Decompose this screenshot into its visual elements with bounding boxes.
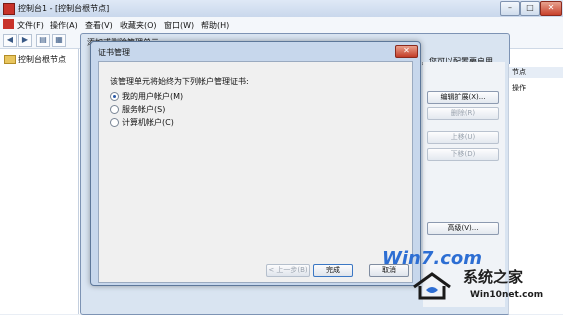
site-url-watermark: Win10net.com (470, 290, 544, 300)
console-tree-pane: 控制台根节点 (0, 49, 79, 314)
actions-item[interactable]: 操作 (512, 83, 526, 93)
menu-bar: 文件(F) 操作(A) 查看(V) 收藏夹(O) 窗口(W) 帮助(H) (0, 17, 563, 33)
cert-dialog-title: 证书管理 (98, 48, 130, 57)
edit-extensions-button[interactable]: 编辑扩展(X)... (427, 91, 499, 104)
console-tree-icon[interactable]: ▤ (36, 34, 50, 47)
menu-window[interactable]: 窗口(W) (164, 20, 194, 31)
tree-root-node[interactable]: 控制台根节点 (18, 54, 66, 65)
console-menu-icon[interactable] (3, 19, 14, 29)
cert-dialog-body: 该管理单元将始终为下列帐户管理证书: 我的用户帐户(M) 服务帐户(S) 计算机… (98, 61, 413, 264)
minimize-button[interactable]: – (500, 1, 520, 16)
radio-label[interactable]: 我的用户帐户(M) (122, 91, 183, 102)
cert-close-button[interactable]: ✕ (395, 45, 418, 58)
maximize-button[interactable]: □ (520, 1, 540, 16)
radio-label[interactable]: 服务帐户(S) (122, 104, 165, 115)
remove-button[interactable]: 删除(R) (427, 107, 499, 120)
move-down-button[interactable]: 下移(D) (427, 148, 499, 161)
menu-help[interactable]: 帮助(H) (201, 20, 229, 31)
house-logo-icon (413, 272, 451, 300)
menu-view[interactable]: 查看(V) (85, 20, 113, 31)
radio-button[interactable] (110, 105, 119, 114)
radio-button[interactable] (110, 118, 119, 127)
site-name-watermark: 系统之家 (463, 268, 524, 286)
menu-action[interactable]: 操作(A) (50, 20, 78, 31)
console-icon (3, 3, 15, 15)
certificate-dialog: 证书管理 ✕ 该管理单元将始终为下列帐户管理证书: 我的用户帐户(M) 服务帐户… (90, 41, 421, 286)
window-title: 控制台1 - [控制台根节点] (18, 4, 110, 13)
actions-header: 节点 (509, 67, 563, 78)
folder-icon (4, 55, 16, 64)
account-prompt: 该管理单元将始终为下列帐户管理证书: (110, 77, 249, 86)
back-button[interactable]: < 上一步(B) (266, 264, 310, 277)
radio-button[interactable] (110, 92, 119, 101)
cert-dialog-footer: < 上一步(B) 完成 取消 (98, 262, 413, 283)
menu-file[interactable]: 文件(F) (17, 20, 44, 31)
move-up-button[interactable]: 上移(U) (427, 131, 499, 144)
advanced-button[interactable]: 高级(V)... (427, 222, 499, 235)
arrow-right-icon[interactable]: ▶ (18, 34, 32, 47)
export-list-icon[interactable]: ▦ (52, 34, 66, 47)
window-titlebar: 控制台1 - [控制台根节点] – □ ✕ (0, 0, 563, 18)
close-button[interactable]: ✕ (540, 1, 562, 16)
radio-label[interactable]: 计算机帐户(C) (122, 117, 174, 128)
finish-button[interactable]: 完成 (313, 264, 353, 277)
menu-favorites[interactable]: 收藏夹(O) (120, 20, 157, 31)
arrow-left-icon[interactable]: ◀ (3, 34, 17, 47)
